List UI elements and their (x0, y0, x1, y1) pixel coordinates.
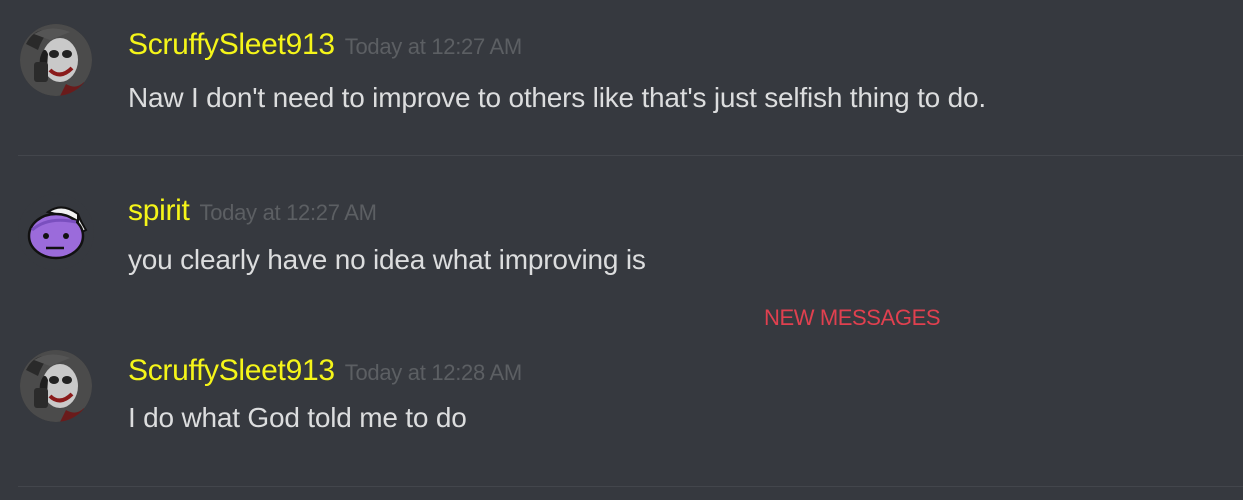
joker-avatar-icon[interactable] (20, 350, 92, 422)
message-group: ScruffySleet913 Today at 12:28 AM I do wh… (0, 330, 1243, 486)
username[interactable]: ScruffySleet913 (128, 28, 335, 61)
message-text: I do what God told me to do (128, 402, 467, 433)
purple-face-avatar-icon[interactable] (18, 194, 94, 270)
message-group: ScruffySleet913 Today at 12:27 AM Naw I d… (0, 0, 1243, 156)
timestamp: Today at 12:27 AM (199, 200, 377, 225)
timestamp: Today at 12:28 AM (344, 360, 522, 385)
message-divider (18, 486, 1243, 487)
message-text: you clearly have no idea what improving … (128, 244, 646, 275)
message-text: Naw I don't need to improve to others li… (128, 82, 986, 113)
joker-avatar-icon[interactable] (20, 24, 92, 96)
username[interactable]: ScruffySleet913 (128, 354, 335, 387)
message-header: ScruffySleet913 Today at 12:27 AM (128, 28, 522, 68)
message-header: ScruffySleet913 Today at 12:28 AM (128, 354, 522, 394)
username[interactable]: spirit (128, 194, 190, 227)
timestamp: Today at 12:27 AM (344, 34, 522, 59)
new-messages-divider: NEW MESSAGES (764, 305, 941, 330)
message-group: spirit Today at 12:27 AM you clearly have… (0, 156, 1243, 306)
chat-log: ScruffySleet913 Today at 12:27 AM Naw I d… (0, 0, 1243, 500)
message-header: spirit Today at 12:27 AM (128, 194, 377, 234)
